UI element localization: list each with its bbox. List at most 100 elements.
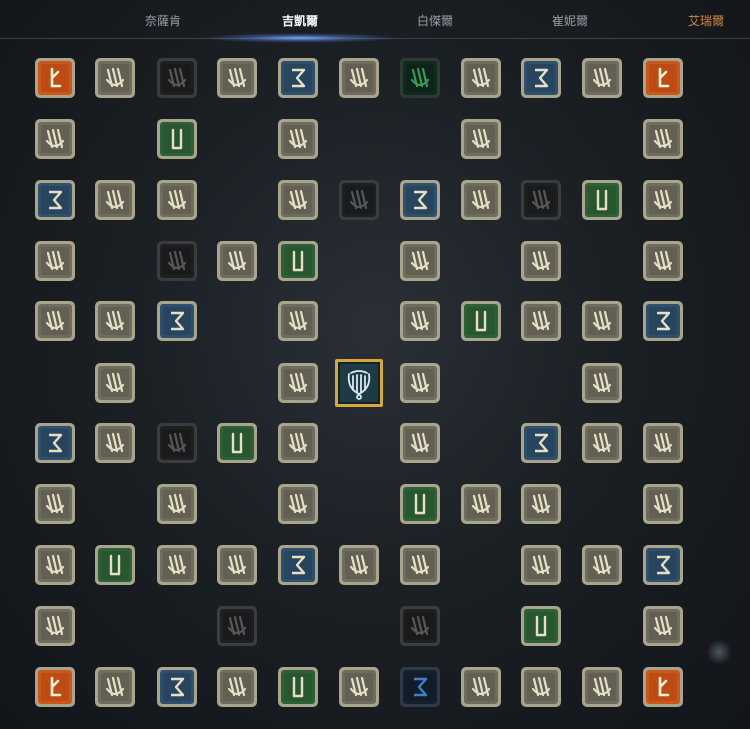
ornate-rune-icon [95,58,135,98]
rune-node[interactable] [459,117,503,161]
rune-node[interactable] [33,56,77,100]
rune-node[interactable] [155,56,199,100]
rune-node[interactable] [276,239,320,283]
rune-node[interactable] [33,543,77,587]
rune-node[interactable] [641,299,685,343]
rune-node[interactable] [276,117,320,161]
rune-node[interactable] [155,178,199,222]
ornate-rune-icon [339,58,379,98]
rune-node[interactable] [155,239,199,283]
ornate-rune-icon [582,423,622,463]
rune-node[interactable] [33,421,77,465]
rune-node[interactable] [93,543,137,587]
rune-node[interactable] [641,543,685,587]
rune-node[interactable] [398,421,442,465]
rune-node[interactable] [215,239,259,283]
rune-node[interactable] [641,117,685,161]
ornate-rune-icon [35,606,75,646]
rune-node[interactable] [155,421,199,465]
rune-node[interactable] [519,482,563,526]
rune-node[interactable] [580,299,624,343]
rune-node[interactable] [276,178,320,222]
rune-node[interactable] [155,299,199,343]
rune-node[interactable] [155,117,199,161]
rune-node[interactable] [215,56,259,100]
rune-node[interactable] [519,299,563,343]
rune-node[interactable] [641,421,685,465]
rune-node[interactable] [33,239,77,283]
rune-node[interactable] [580,665,624,709]
rune-node[interactable] [519,604,563,648]
rune-node[interactable] [215,604,259,648]
rune-node[interactable] [580,178,624,222]
rune-node[interactable] [398,665,442,709]
center-emblem-node[interactable] [334,358,384,408]
rune-node[interactable] [398,178,442,222]
rune-node[interactable] [641,239,685,283]
rune-node[interactable] [519,56,563,100]
rune-node[interactable] [398,239,442,283]
rune-node[interactable] [519,665,563,709]
rune-node[interactable] [580,361,624,405]
rune-node[interactable] [337,56,381,100]
rune-node[interactable] [276,361,320,405]
rune-node[interactable] [519,178,563,222]
rune-node[interactable] [337,665,381,709]
rune-node[interactable] [93,361,137,405]
rune-node[interactable] [459,482,503,526]
rune-node[interactable] [580,56,624,100]
ornate-rune-icon [217,241,257,281]
rune-node[interactable] [93,299,137,343]
rune-node[interactable] [215,421,259,465]
rune-node[interactable] [398,361,442,405]
rune-node[interactable] [276,56,320,100]
rune-node[interactable] [337,543,381,587]
rune-node[interactable] [398,482,442,526]
rune-node[interactable] [519,239,563,283]
rune-node[interactable] [459,299,503,343]
rune-node[interactable] [155,482,199,526]
rune-node[interactable] [93,178,137,222]
rune-node[interactable] [580,543,624,587]
rune-node[interactable] [276,299,320,343]
rune-node[interactable] [33,299,77,343]
rune-node[interactable] [276,482,320,526]
rune-node[interactable] [459,56,503,100]
rune-node[interactable] [641,482,685,526]
rune-node[interactable] [337,178,381,222]
dark-green-rune-icon [400,58,440,98]
ornate-rune-icon [217,667,257,707]
rune-node[interactable] [33,665,77,709]
ornate-rune-icon [461,667,501,707]
rune-node[interactable] [641,665,685,709]
ornate-rune-icon [217,58,257,98]
rune-node[interactable] [459,665,503,709]
rune-node[interactable] [641,56,685,100]
rune-node[interactable] [519,421,563,465]
rune-node[interactable] [459,178,503,222]
rune-node[interactable] [33,482,77,526]
rune-node[interactable] [641,178,685,222]
rune-node[interactable] [93,665,137,709]
rune-node[interactable] [398,543,442,587]
rune-node[interactable] [215,543,259,587]
rune-node[interactable] [93,421,137,465]
rune-node[interactable] [276,543,320,587]
rune-node[interactable] [276,665,320,709]
rune-node[interactable] [155,543,199,587]
ornate-rune-icon [400,301,440,341]
rune-node[interactable] [398,56,442,100]
rune-node[interactable] [33,178,77,222]
rune-node[interactable] [519,543,563,587]
ornate-rune-icon [582,667,622,707]
rune-node[interactable] [33,604,77,648]
rune-node[interactable] [155,665,199,709]
rune-node[interactable] [93,56,137,100]
rune-node[interactable] [641,604,685,648]
rune-node[interactable] [276,421,320,465]
rune-node[interactable] [215,665,259,709]
rune-node[interactable] [398,604,442,648]
rune-node[interactable] [580,421,624,465]
rune-node[interactable] [398,299,442,343]
rune-node[interactable] [33,117,77,161]
